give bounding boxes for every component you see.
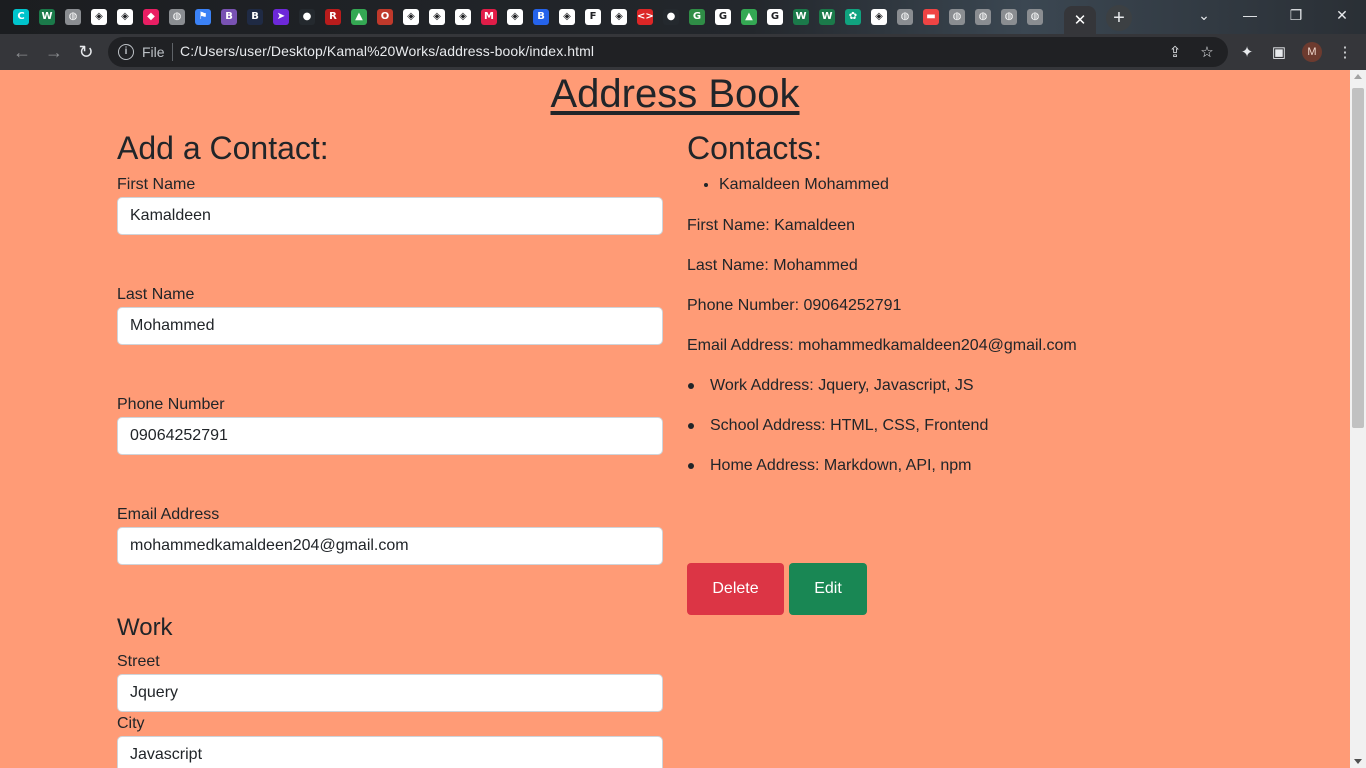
bookmark-star-icon[interactable]: ☆	[1196, 41, 1218, 63]
webflow-w-icon[interactable]: W	[36, 6, 58, 28]
restore-icon[interactable]: ❐	[1276, 4, 1316, 26]
scroll-down-arrow-icon[interactable]	[1354, 759, 1362, 764]
tab-search-chevron-icon[interactable]: ⌄	[1184, 4, 1224, 26]
page-viewport: Address Book Add a Contact: First Name K…	[0, 70, 1350, 768]
google-drive-icon[interactable]: ▲	[738, 6, 760, 28]
forward-arrow-icon[interactable]: →	[40, 38, 68, 66]
browser-tab-strip: C W ◍ ◈ ◈ ◆ ◍ ⚑ B B ➤ ● R ▲ O ◈ ◈ ◈ M ◈ B ◈ F ◈ <> ● G G ▲ G W W ✿ ◈ ◍ ▬ ◍ ◍ ◍…	[0, 0, 1366, 34]
info-icon[interactable]: i	[118, 44, 134, 60]
address-url[interactable]: C:/Users/user/Desktop/Kamal%20Works/addr…	[180, 43, 594, 59]
github-icon[interactable]: ●	[660, 6, 682, 28]
codepen-icon[interactable]: ◈	[608, 6, 630, 28]
globe-icon[interactable]: ◍	[972, 6, 994, 28]
canva-icon[interactable]: C	[10, 6, 32, 28]
geeks-icon[interactable]: G	[686, 6, 708, 28]
ro-icon[interactable]: R	[322, 6, 344, 28]
first-name-label: First Name	[117, 176, 196, 193]
bootstrap-small-icon[interactable]: B	[244, 6, 266, 28]
medium-m-icon[interactable]: M	[478, 6, 500, 28]
webflow-w-icon[interactable]: W	[816, 6, 838, 28]
globe-icon[interactable]: ◍	[62, 6, 84, 28]
reload-icon[interactable]: ↻	[72, 38, 100, 66]
email-address-label: Email Address	[117, 506, 220, 523]
chatgpt-icon[interactable]: ✿	[842, 6, 864, 28]
globe-icon[interactable]: ◍	[998, 6, 1020, 28]
phone-number-label: Phone Number	[117, 396, 225, 413]
home-address-item: Home Address: Markdown, API, npm	[687, 456, 971, 476]
google-icon[interactable]: G	[764, 6, 786, 28]
globe-icon[interactable]: ◍	[166, 6, 188, 28]
share-icon[interactable]: ⇪	[1164, 41, 1186, 63]
email-address-input[interactable]: mohammedkamaldeen204@gmail.com	[117, 527, 663, 565]
google-drive-icon[interactable]: ▲	[348, 6, 370, 28]
minimize-icon[interactable]: —	[1230, 4, 1270, 26]
codepen-icon[interactable]: ◈	[426, 6, 448, 28]
codepen-icon[interactable]: ◈	[504, 6, 526, 28]
contact-email-address: Email Address: mohammedkamaldeen204@gmai…	[687, 337, 1077, 354]
opera-icon[interactable]: O	[374, 6, 396, 28]
last-name-input[interactable]: Mohammed	[117, 307, 663, 345]
add-contact-heading: Add a Contact:	[117, 130, 329, 166]
contacts-heading: Contacts:	[687, 130, 823, 166]
new-tab-button[interactable]: +	[1106, 5, 1132, 31]
work-street-label: Street	[117, 653, 160, 670]
codepen-icon[interactable]: ◈	[868, 6, 890, 28]
menu-kebab-icon[interactable]: ⋮	[1334, 41, 1356, 63]
work-city-input[interactable]: Javascript	[117, 736, 663, 768]
work-street-input[interactable]: Jquery	[117, 674, 663, 712]
scrollbar-thumb[interactable]	[1352, 88, 1364, 428]
work-address-item: Work Address: Jquery, Javascript, JS	[687, 376, 974, 396]
back-arrow-icon[interactable]: ←	[8, 38, 36, 66]
globe-icon[interactable]: ◍	[946, 6, 968, 28]
red-bar-icon[interactable]: ▬	[920, 6, 942, 28]
globe-icon[interactable]: ◍	[894, 6, 916, 28]
page-title: Address Book	[550, 72, 800, 116]
browser-toolbar: ← → ↻ i File C:/Users/user/Desktop/Kamal…	[0, 34, 1366, 70]
address-divider	[172, 43, 173, 61]
extensions-puzzle-icon[interactable]: ✦	[1236, 41, 1258, 63]
window-close-icon[interactable]: ✕	[1322, 4, 1362, 26]
codepen-icon[interactable]: ◈	[452, 6, 474, 28]
cube-icon[interactable]: ◆	[140, 6, 162, 28]
webflow-w-icon[interactable]: W	[790, 6, 812, 28]
flag-icon[interactable]: ⚑	[192, 6, 214, 28]
close-tab-icon[interactable]: ✕	[1064, 6, 1096, 34]
work-city-label: City	[117, 715, 145, 732]
contact-last-name: Last Name: Mohammed	[687, 257, 858, 274]
tab-favicons: C W ◍ ◈ ◈ ◆ ◍ ⚑ B B ➤ ● R ▲ O ◈ ◈ ◈ M ◈ B ◈ F ◈ <> ● G G ▲ G W W ✿ ◈ ◍ ▬ ◍ ◍ ◍…	[10, 6, 1046, 28]
address-scheme-label: File	[142, 44, 165, 60]
codepen-icon[interactable]: ◈	[556, 6, 578, 28]
edit-button[interactable]: Edit	[789, 563, 867, 615]
delete-button[interactable]: Delete	[687, 563, 784, 615]
work-heading: Work	[117, 614, 173, 641]
contact-list: Kamaldeen Mohammed	[687, 176, 889, 194]
contact-list-item[interactable]: Kamaldeen Mohammed	[719, 176, 889, 194]
bootstrap-icon[interactable]: B	[218, 6, 240, 28]
last-name-label: Last Name	[117, 286, 195, 303]
codepen-icon[interactable]: ◈	[400, 6, 422, 28]
phone-number-input[interactable]: 09064252791	[117, 417, 663, 455]
first-name-input[interactable]: Kamaldeen	[117, 197, 663, 235]
codepen-icon[interactable]: ◈	[114, 6, 136, 28]
google-icon[interactable]: G	[712, 6, 734, 28]
page-scrollbar[interactable]	[1350, 70, 1366, 768]
contact-phone-number: Phone Number: 09064252791	[687, 297, 902, 314]
codepen-icon[interactable]: ◈	[88, 6, 110, 28]
github-icon[interactable]: ●	[296, 6, 318, 28]
scroll-up-arrow-icon[interactable]	[1354, 74, 1362, 79]
school-address-item: School Address: HTML, CSS, Frontend	[687, 416, 988, 436]
code-icon[interactable]: <>	[634, 6, 656, 28]
address-bar[interactable]: i File C:/Users/user/Desktop/Kamal%20Wor…	[108, 37, 1228, 67]
profile-avatar[interactable]: M	[1302, 42, 1322, 62]
globe-icon[interactable]: ◍	[1024, 6, 1046, 28]
f-icon[interactable]: F	[582, 6, 604, 28]
arrow-app-icon[interactable]: ➤	[270, 6, 292, 28]
bootstrap-b-icon[interactable]: B	[530, 6, 552, 28]
side-panel-icon[interactable]: ▣	[1268, 41, 1290, 63]
contact-first-name: First Name: Kamaldeen	[687, 217, 856, 234]
